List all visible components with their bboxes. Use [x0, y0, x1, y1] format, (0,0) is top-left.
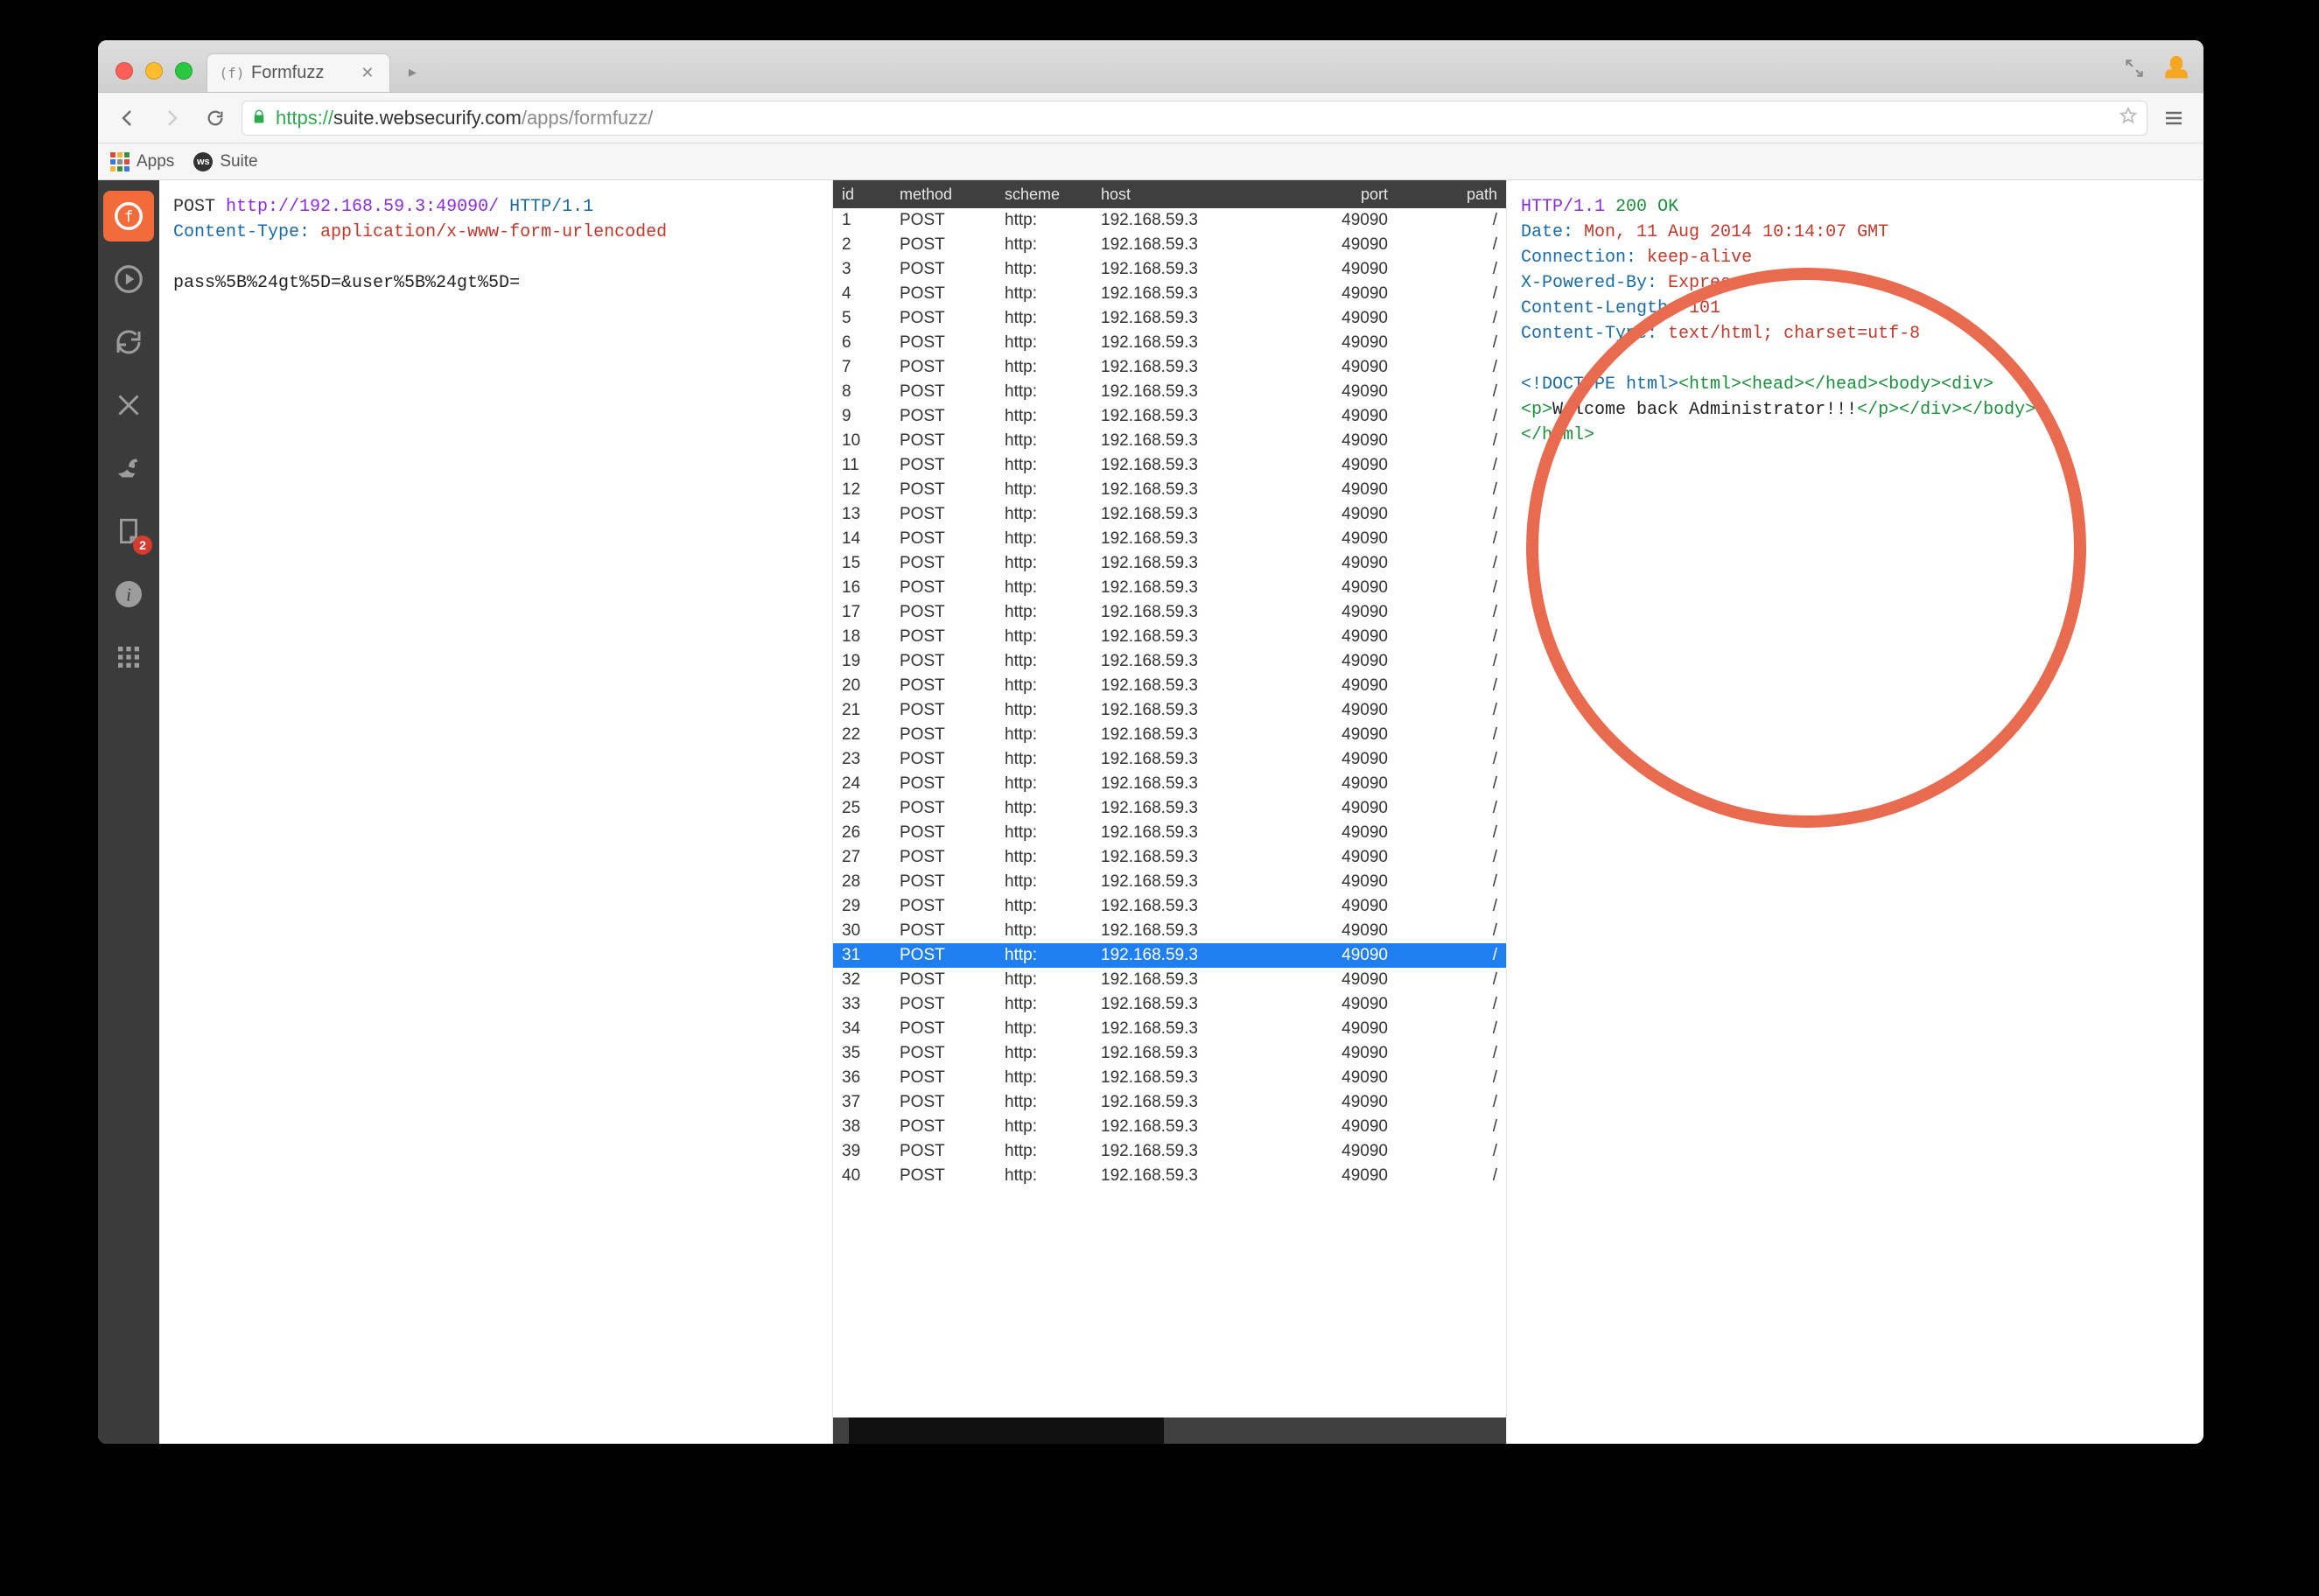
table-row[interactable]: 12POSThttp:192.168.59.349090/ — [833, 478, 1506, 502]
url-text: https://suite.websecurify.com/apps/formf… — [276, 107, 653, 130]
table-row[interactable]: 13POSThttp:192.168.59.349090/ — [833, 502, 1506, 527]
table-row[interactable]: 17POSThttp:192.168.59.349090/ — [833, 600, 1506, 625]
bookmarks-bar: Apps ws Suite — [98, 144, 2203, 180]
stage: (f) Formfuzz ✕ ▸ https://su — [0, 0, 2319, 1596]
table-row[interactable]: 36POSThttp:192.168.59.349090/ — [833, 1066, 1506, 1090]
table-row[interactable]: 37POSThttp:192.168.59.349090/ — [833, 1090, 1506, 1115]
table-footer — [833, 1418, 1506, 1444]
sidebar-info-icon[interactable]: i — [103, 569, 154, 620]
zoom-window-button[interactable] — [175, 62, 193, 80]
table-body[interactable]: 1POSThttp:192.168.59.349090/2POSThttp:19… — [833, 208, 1506, 1418]
table-row[interactable]: 21POSThttp:192.168.59.349090/ — [833, 698, 1506, 723]
table-row[interactable]: 16POSThttp:192.168.59.349090/ — [833, 576, 1506, 600]
app-content: f 2 i — [98, 180, 2203, 1444]
response-text[interactable]: HTTP/1.1 200 OK Date: Mon, 11 Aug 2014 1… — [1507, 180, 2203, 462]
table-footer-segment — [849, 1418, 1164, 1444]
table-row[interactable]: 40POSThttp:192.168.59.349090/ — [833, 1164, 1506, 1188]
table-row[interactable]: 38POSThttp:192.168.59.349090/ — [833, 1115, 1506, 1139]
app-sidebar: f 2 i — [98, 180, 159, 1444]
table-row[interactable]: 8POSThttp:192.168.59.349090/ — [833, 380, 1506, 404]
table-row[interactable]: 15POSThttp:192.168.59.349090/ — [833, 551, 1506, 576]
browser-window: (f) Formfuzz ✕ ▸ https://su — [98, 40, 2203, 1444]
sidebar-app-icon[interactable]: f — [103, 191, 154, 242]
bookmark-suite-label: Suite — [220, 152, 257, 172]
bookmark-star-icon[interactable] — [2119, 106, 2138, 130]
reload-button[interactable] — [198, 101, 233, 136]
window-controls — [110, 62, 201, 92]
table-row[interactable]: 22POSThttp:192.168.59.349090/ — [833, 723, 1506, 747]
bookmark-suite[interactable]: ws Suite — [193, 152, 257, 172]
table-row[interactable]: 30POSThttp:192.168.59.349090/ — [833, 919, 1506, 943]
request-panel: POST http://192.168.59.3:49090/ HTTP/1.1… — [159, 180, 833, 1444]
tab-favicon: (f) — [223, 65, 241, 82]
col-id[interactable]: id — [833, 186, 891, 204]
table-row[interactable]: 18POSThttp:192.168.59.349090/ — [833, 625, 1506, 649]
panels: POST http://192.168.59.3:49090/ HTTP/1.1… — [159, 180, 2203, 1444]
tab-close-icon[interactable]: ✕ — [361, 64, 374, 82]
sidebar-bird-icon[interactable] — [103, 443, 154, 494]
table-row[interactable]: 27POSThttp:192.168.59.349090/ — [833, 845, 1506, 870]
response-panel: HTTP/1.1 200 OK Date: Mon, 11 Aug 2014 1… — [1507, 180, 2203, 1444]
svg-text:f: f — [124, 208, 133, 226]
col-scheme[interactable]: scheme — [996, 186, 1092, 204]
address-bar[interactable]: https://suite.websecurify.com/apps/formf… — [242, 101, 2147, 136]
table-row[interactable]: 31POSThttp:192.168.59.349090/ — [833, 943, 1506, 968]
requests-table-panel: id method scheme host port path 1POSThtt… — [833, 180, 1507, 1444]
sidebar-refresh-icon[interactable] — [103, 317, 154, 368]
hamburger-menu-button[interactable] — [2156, 101, 2191, 136]
minimize-window-button[interactable] — [145, 62, 163, 80]
table-row[interactable]: 14POSThttp:192.168.59.349090/ — [833, 527, 1506, 551]
table-row[interactable]: 7POSThttp:192.168.59.349090/ — [833, 355, 1506, 380]
sidebar-play-icon[interactable] — [103, 254, 154, 304]
table-header: id method scheme host port path — [833, 180, 1506, 208]
close-window-button[interactable] — [116, 62, 133, 80]
bookmark-apps[interactable]: Apps — [110, 152, 174, 172]
browser-tab[interactable]: (f) Formfuzz ✕ — [207, 53, 390, 92]
sidebar-notes-icon[interactable]: 2 — [103, 506, 154, 556]
col-method[interactable]: method — [891, 186, 996, 204]
table-row[interactable]: 35POSThttp:192.168.59.349090/ — [833, 1041, 1506, 1066]
table-row[interactable]: 9POSThttp:192.168.59.349090/ — [833, 404, 1506, 429]
sidebar-notes-badge: 2 — [133, 536, 152, 555]
col-path[interactable]: path — [1397, 186, 1506, 204]
table-row[interactable]: 10POSThttp:192.168.59.349090/ — [833, 429, 1506, 453]
table-row[interactable]: 3POSThttp:192.168.59.349090/ — [833, 257, 1506, 282]
table-row[interactable]: 24POSThttp:192.168.59.349090/ — [833, 772, 1506, 796]
profile-avatar-icon[interactable] — [2161, 53, 2191, 83]
tab-strip: (f) Formfuzz ✕ ▸ — [98, 40, 2203, 93]
new-tab-button[interactable]: ▸ — [399, 59, 425, 85]
table-row[interactable]: 26POSThttp:192.168.59.349090/ — [833, 821, 1506, 845]
table-row[interactable]: 32POSThttp:192.168.59.349090/ — [833, 968, 1506, 992]
sidebar-grid-icon[interactable] — [103, 632, 154, 682]
apps-grid-icon — [110, 152, 130, 172]
lock-icon — [251, 107, 267, 130]
table-row[interactable]: 20POSThttp:192.168.59.349090/ — [833, 674, 1506, 698]
table-row[interactable]: 2POSThttp:192.168.59.349090/ — [833, 233, 1506, 257]
forward-button[interactable] — [154, 101, 189, 136]
table-row[interactable]: 1POSThttp:192.168.59.349090/ — [833, 208, 1506, 233]
sidebar-windmill-icon[interactable] — [103, 380, 154, 430]
table-row[interactable]: 25POSThttp:192.168.59.349090/ — [833, 796, 1506, 821]
fullscreen-icon[interactable] — [2123, 57, 2146, 80]
request-text[interactable]: POST http://192.168.59.3:49090/ HTTP/1.1… — [159, 180, 832, 310]
suite-icon: ws — [193, 152, 213, 172]
svg-text:i: i — [126, 584, 131, 606]
tab-title: Formfuzz — [251, 63, 324, 83]
table-row[interactable]: 6POSThttp:192.168.59.349090/ — [833, 331, 1506, 355]
browser-toolbar: https://suite.websecurify.com/apps/formf… — [98, 93, 2203, 144]
back-button[interactable] — [110, 101, 145, 136]
bookmark-apps-label: Apps — [137, 152, 174, 172]
table-row[interactable]: 28POSThttp:192.168.59.349090/ — [833, 870, 1506, 894]
table-row[interactable]: 4POSThttp:192.168.59.349090/ — [833, 282, 1506, 306]
table-row[interactable]: 23POSThttp:192.168.59.349090/ — [833, 747, 1506, 772]
table-row[interactable]: 5POSThttp:192.168.59.349090/ — [833, 306, 1506, 331]
table-row[interactable]: 11POSThttp:192.168.59.349090/ — [833, 453, 1506, 478]
table-row[interactable]: 33POSThttp:192.168.59.349090/ — [833, 992, 1506, 1017]
table-row[interactable]: 19POSThttp:192.168.59.349090/ — [833, 649, 1506, 674]
table-row[interactable]: 34POSThttp:192.168.59.349090/ — [833, 1017, 1506, 1041]
table-row[interactable]: 29POSThttp:192.168.59.349090/ — [833, 894, 1506, 919]
table-row[interactable]: 39POSThttp:192.168.59.349090/ — [833, 1139, 1506, 1164]
col-host[interactable]: host — [1092, 186, 1302, 204]
col-port[interactable]: port — [1302, 186, 1397, 204]
